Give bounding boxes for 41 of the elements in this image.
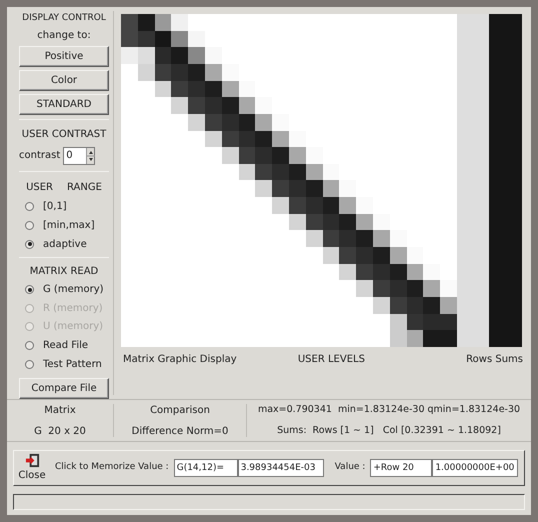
contrast-spinbox[interactable]: 0 bbox=[63, 146, 96, 164]
radio-button[interactable] bbox=[25, 240, 34, 249]
info-text: Difference Norm=0 bbox=[132, 424, 228, 438]
radio-label: [min,max] bbox=[43, 218, 95, 233]
section-title: DISPLAY CONTROL bbox=[21, 12, 107, 25]
display-caption: USER LEVELS bbox=[298, 353, 366, 367]
radio-label: G (memory) bbox=[43, 283, 104, 298]
info-text: Matrix bbox=[44, 404, 76, 418]
info-text: max=0.790341 min=1.83124e-30 qmin=1.83124e-30 bbox=[258, 403, 520, 418]
radio-button[interactable] bbox=[25, 220, 34, 230]
exit-door-icon bbox=[24, 453, 40, 468]
contrast-label: contrast bbox=[19, 149, 60, 163]
info-text: Sums: Rows [1 ~ 1] Col [0.32391 ~ 1.18092] bbox=[277, 424, 501, 438]
panel-button[interactable]: STANDARD bbox=[19, 94, 109, 114]
panel-button[interactable]: Compare File bbox=[19, 378, 109, 398]
value-field[interactable]: 1.00000000E+00 bbox=[432, 459, 518, 477]
radio-button[interactable] bbox=[25, 341, 34, 350]
radio-label: [0,1] bbox=[43, 200, 67, 214]
info-text: Comparison bbox=[150, 404, 210, 418]
info-text: G 20 x 20 bbox=[34, 424, 86, 438]
close-button[interactable]: Close bbox=[18, 453, 46, 483]
section-title: USER CONTRAST bbox=[20, 128, 108, 142]
section-title: MATRIX READ bbox=[28, 265, 100, 280]
display-caption: Matrix Graphic Display bbox=[123, 353, 237, 367]
section-title: USER bbox=[26, 180, 53, 194]
radio-label: adaptive bbox=[43, 238, 87, 252]
value-field[interactable]: G(14,12)= bbox=[174, 459, 238, 477]
radio-button[interactable] bbox=[25, 202, 34, 212]
value-field[interactable]: +Row 20 bbox=[370, 459, 432, 477]
radio-button[interactable] bbox=[25, 285, 34, 294]
value-label: Value : bbox=[334, 461, 366, 474]
radio-label: Test Pattern bbox=[43, 358, 102, 372]
memorize-label: Click to Memorize Value : bbox=[55, 461, 169, 474]
display-caption: Rows Sums bbox=[466, 353, 523, 367]
value-field[interactable]: 3.98934454E-03 bbox=[238, 459, 324, 477]
panel-button[interactable]: Color bbox=[19, 70, 109, 90]
radio-button[interactable] bbox=[25, 360, 34, 369]
panel-button[interactable]: Positive bbox=[19, 46, 109, 66]
radio-label: Read File bbox=[43, 339, 88, 354]
section-title: RANGE bbox=[67, 180, 102, 194]
section-subtitle: change to: bbox=[36, 28, 92, 42]
